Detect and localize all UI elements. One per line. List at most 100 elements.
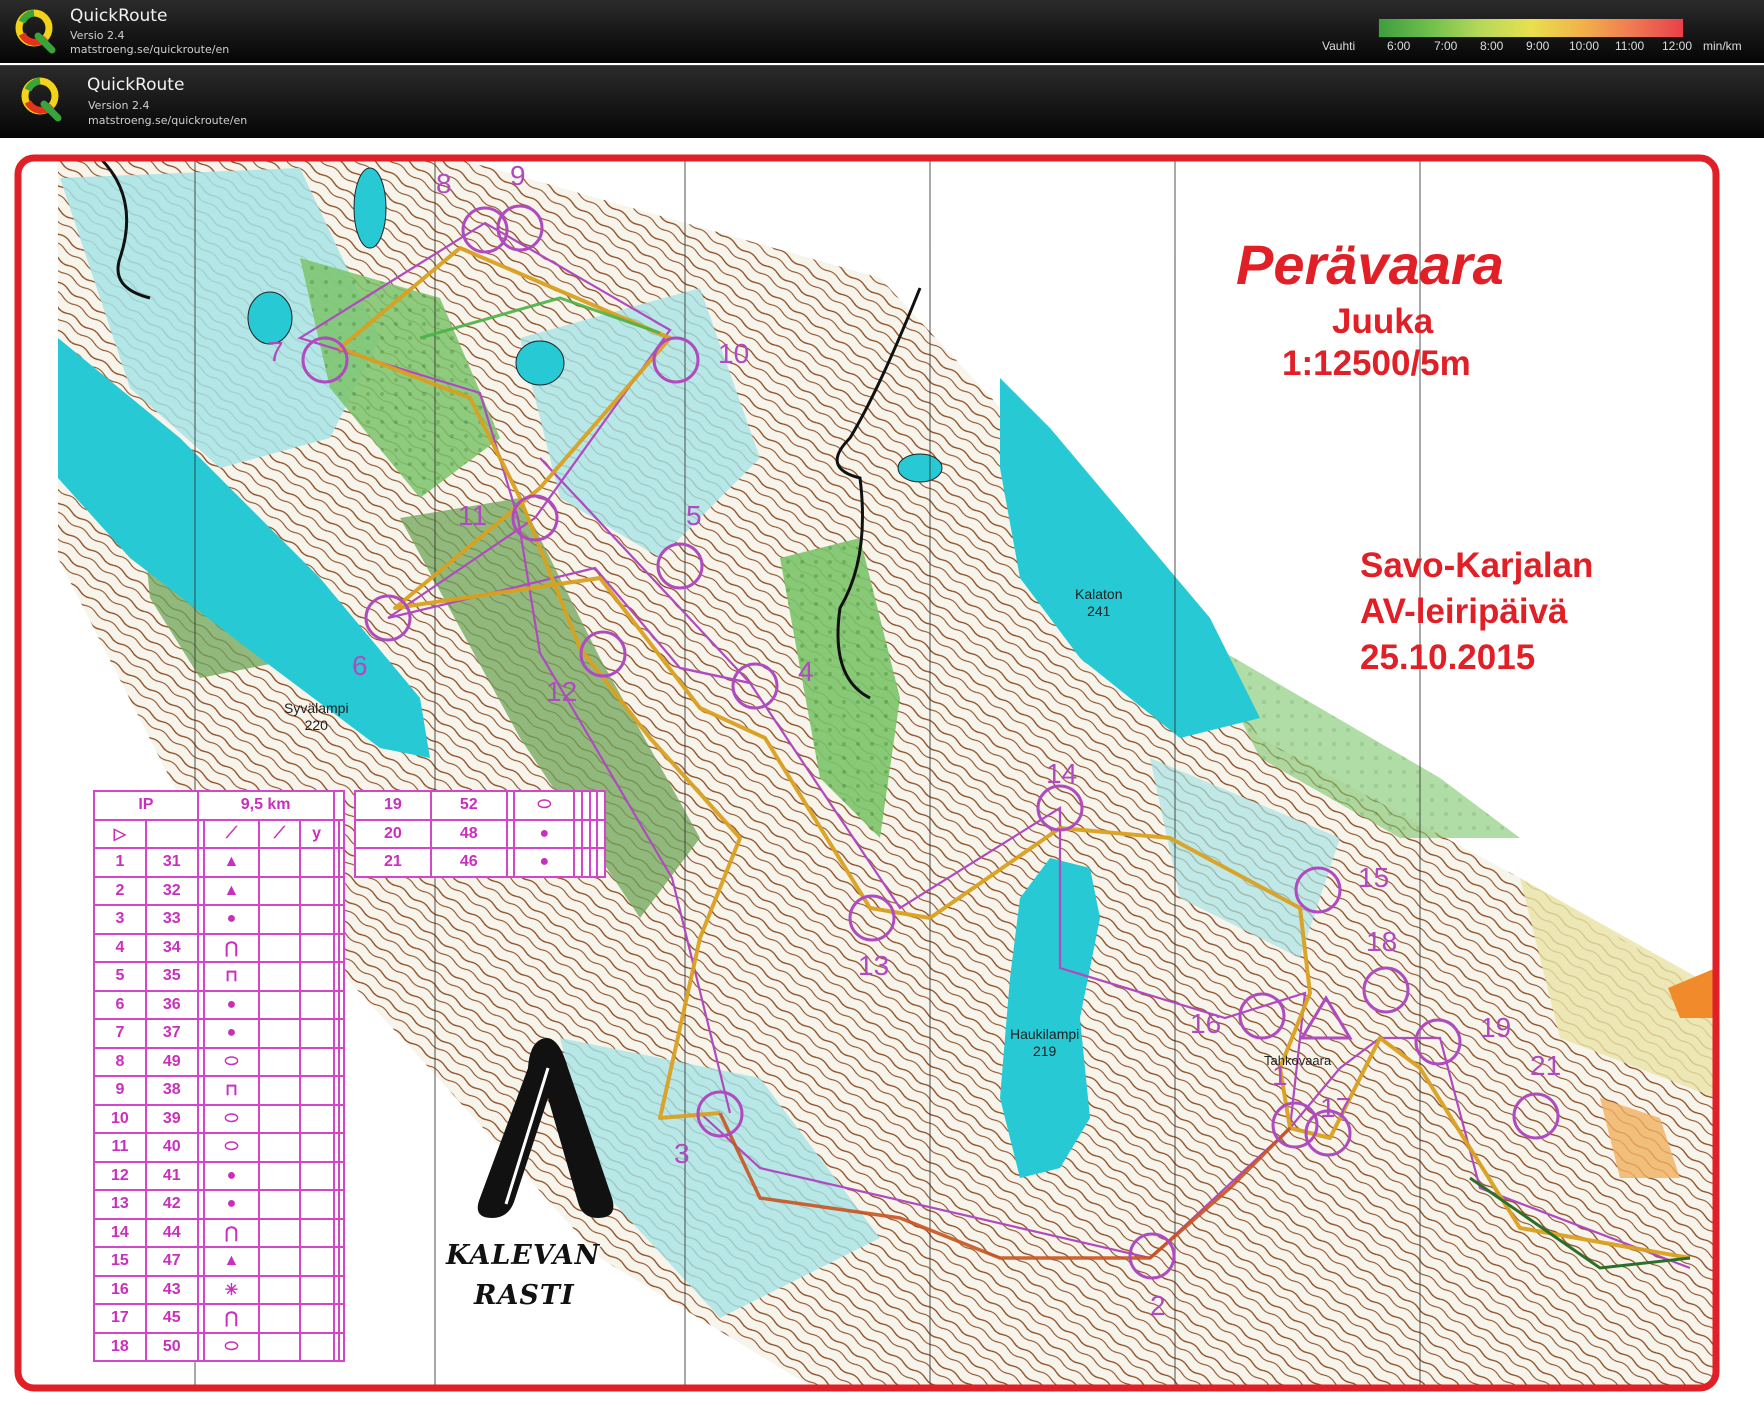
description-row: 4 34 ⋂: [93, 932, 346, 963]
pace-unit: min/km: [1703, 39, 1742, 53]
description-row: 16 43 ✳: [93, 1274, 346, 1305]
control-order: 19: [354, 790, 432, 821]
description-row: 5 35 ⊓: [93, 961, 346, 992]
pace-tick: 8:00: [1480, 39, 1504, 53]
pace-tick: 7:00: [1434, 39, 1458, 53]
control-number[interactable]: 9: [510, 160, 526, 192]
app-url[interactable]: matstroeng.se/quickroute/en: [88, 114, 247, 127]
control-code: 42: [144, 1189, 199, 1220]
feature-symbol-icon: ⋂: [202, 932, 261, 963]
club-logo-text-1: KALEVAN: [446, 1240, 601, 1271]
description-row: 9 38 ⊓: [93, 1075, 346, 1106]
feature-symbol-icon: ●: [202, 1018, 261, 1049]
app-version: Versio 2.4: [70, 29, 125, 42]
control-number[interactable]: 18: [1366, 926, 1397, 958]
feature-symbol-icon: ●: [202, 989, 261, 1020]
control-number[interactable]: 13: [858, 950, 889, 982]
control-order: 14: [93, 1217, 147, 1248]
description-row: 19 52 ⬭: [354, 790, 606, 821]
control-order: 13: [93, 1189, 147, 1220]
control-number[interactable]: 6: [352, 650, 368, 682]
control-number[interactable]: 4: [798, 656, 814, 688]
description-row: 3 33 ●: [93, 904, 346, 935]
control-description-table-2: 19 52 ⬭ 20 48 ● 21 46 ●: [354, 790, 606, 878]
feature-symbol-icon: ●: [513, 847, 576, 878]
control-order: 7: [93, 1018, 147, 1049]
control-number[interactable]: 19: [1480, 1012, 1511, 1044]
description-row: 8 49 ⬭: [93, 1046, 346, 1077]
feature-symbol-icon: ▲: [202, 847, 261, 878]
description-row: 11 40 ⬭: [93, 1132, 346, 1163]
orienteering-map[interactable]: Perävaara Juuka 1:12500/5m Savo-Karjalan…: [0, 138, 1764, 1405]
quickroute-logo-icon: [20, 74, 64, 122]
feature-symbol-icon: ⬭: [202, 1046, 261, 1077]
control-code: 44: [144, 1217, 199, 1248]
feature-symbol-icon: ⋂: [202, 1303, 261, 1334]
control-code: 36: [144, 989, 199, 1020]
control-code: 34: [144, 932, 199, 963]
quickroute-logo-icon: [14, 6, 58, 54]
description-row: 15 47 ▲: [93, 1246, 346, 1277]
pace-tick: 12:00: [1662, 39, 1693, 53]
feature-symbol-icon: ⋂: [202, 1217, 261, 1248]
control-number[interactable]: 15: [1358, 862, 1389, 894]
club-logo-text-2: RASTI: [474, 1280, 575, 1311]
feature-symbol-icon: ●: [202, 1160, 261, 1191]
control-number[interactable]: 21: [1530, 1050, 1561, 1082]
control-order: 11: [93, 1132, 147, 1163]
control-order: 12: [93, 1160, 147, 1191]
control-order: 9: [93, 1075, 147, 1106]
control-code: 45: [144, 1303, 199, 1334]
control-order: 15: [93, 1246, 147, 1277]
control-code: 33: [144, 904, 199, 935]
control-code: 50: [144, 1331, 199, 1362]
control-number[interactable]: 3: [674, 1138, 690, 1170]
feature-symbol-icon: ✳: [202, 1274, 261, 1305]
feature-symbol-icon: ▲: [202, 875, 261, 906]
control-order: 18: [93, 1331, 147, 1362]
pace-label: Vauhti: [1322, 39, 1356, 53]
feature-symbol-icon: ●: [513, 818, 576, 849]
control-number[interactable]: 17: [1320, 1092, 1351, 1124]
control-code: 37: [144, 1018, 199, 1049]
control-order: 10: [93, 1103, 147, 1134]
control-number[interactable]: 7: [268, 336, 284, 368]
control-code: 35: [144, 961, 199, 992]
control-code: 38: [144, 1075, 199, 1106]
lake-label-kalaton: Kalaton 241: [1075, 586, 1123, 619]
feature-symbol-icon: ▲: [202, 1246, 261, 1277]
control-number[interactable]: 1: [1272, 1060, 1288, 1092]
lake-label-haukilampi: Haukilampi 219: [1010, 1026, 1080, 1059]
description-row: 6 36 ●: [93, 989, 346, 1020]
course-class: IP: [93, 790, 199, 821]
description-row: 14 44 ⋂: [93, 1217, 346, 1248]
description-row: 13 42 ●: [93, 1189, 346, 1220]
control-order: 20: [354, 818, 432, 849]
control-number[interactable]: 12: [546, 676, 577, 708]
control-description-table: IP 9,5 km ▷ ⟋ ⟋ y 1 31 ▲ 2 32 ▲ 3 33 ● 4 34 ⋂ 5 35 ⊓ 6 36 ● 7…: [93, 790, 346, 1362]
control-number[interactable]: 8: [436, 168, 452, 200]
control-number[interactable]: 14: [1046, 758, 1077, 790]
description-row: 21 46 ●: [354, 847, 606, 878]
description-row: 12 41 ●: [93, 1160, 346, 1191]
app-name: QuickRoute: [70, 6, 168, 26]
control-order: 8: [93, 1046, 147, 1077]
description-row: 20 48 ●: [354, 818, 606, 849]
control-number[interactable]: 5: [686, 500, 702, 532]
app-version: Version 2.4: [88, 99, 150, 112]
control-order: 6: [93, 989, 147, 1020]
description-row: 2 32 ▲: [93, 875, 346, 906]
control-number[interactable]: 10: [718, 338, 749, 370]
description-row: 18 50 ⬭: [93, 1331, 346, 1362]
control-number[interactable]: 2: [1150, 1290, 1166, 1322]
description-row: 1 31 ▲: [93, 847, 346, 878]
feature-symbol-icon: ⬭: [202, 1331, 261, 1362]
control-code: 48: [429, 818, 508, 849]
control-number[interactable]: 11: [458, 500, 487, 532]
feature-symbol-icon: ⬭: [202, 1103, 261, 1134]
control-number[interactable]: 16: [1190, 1008, 1221, 1040]
description-row: 7 37 ●: [93, 1018, 346, 1049]
control-code: 47: [144, 1246, 199, 1277]
control-code: 46: [429, 847, 508, 878]
app-url[interactable]: matstroeng.se/quickroute/en: [70, 43, 229, 56]
